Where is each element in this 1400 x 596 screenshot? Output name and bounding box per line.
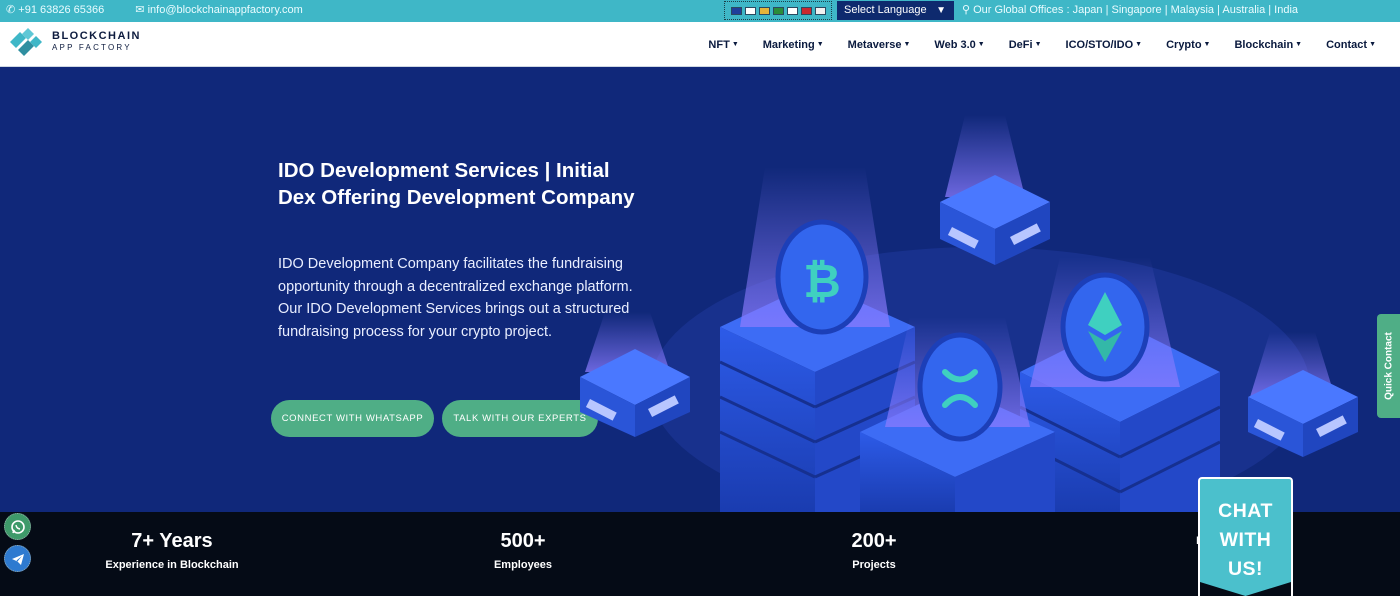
server-cube-right [1248, 332, 1358, 457]
stat-label: Employees [493, 559, 553, 571]
brand-name: BLOCKCHAIN [52, 30, 141, 42]
phone-number[interactable]: +91 63826 65366 [18, 4, 104, 16]
chevron-down-icon: ▼ [1295, 40, 1303, 48]
phone-link[interactable]: ✆ +91 63826 65366 [6, 4, 118, 16]
nav-item-label: ICO/STO/IDO [1065, 38, 1134, 51]
nav-item-label: Contact [1326, 38, 1368, 51]
flag-icon[interactable] [730, 6, 742, 15]
stat-value: 7+ Years [131, 530, 213, 552]
chevron-down-icon: ▼ [816, 40, 824, 48]
flag-icon[interactable] [814, 6, 826, 15]
whatsapp-float-button[interactable] [4, 513, 31, 540]
stat-value: 200+ [851, 530, 897, 552]
chat-line-2: WITH [1219, 529, 1272, 551]
whatsapp-icon [10, 519, 25, 534]
top-bar: ✆ +91 63826 65366 ✉ info@blockchainappfa… [0, 0, 1400, 22]
nav-item-label: DeFi [1008, 38, 1033, 51]
nav-blockchain[interactable]: Blockchain ▼ [1222, 39, 1314, 51]
nav-metaverse[interactable]: Metaverse ▼ [836, 39, 923, 51]
stat-projects: 200+ Projects [754, 529, 994, 571]
email-link[interactable]: ✉ info@blockchainappfactory.com [135, 4, 317, 16]
chevron-down-icon: ▼ [1369, 40, 1376, 48]
main-navbar: BLOCKCHAIN APP FACTORY NFT ▼ Marketing ▼ Met… [0, 22, 1400, 67]
brand-tagline: APP FACTORY [52, 43, 132, 52]
stat-label: Experience in Blockchain [105, 559, 239, 571]
stat-experience: 7+ Years Experience in Blockchain [52, 529, 292, 571]
chevron-down-icon: ▼ [977, 40, 985, 48]
chevron-down-icon: ▼ [1203, 40, 1211, 48]
global-offices-text: Our Global Offices : Japan | Singapore |… [973, 4, 1299, 16]
nav-item-label: Crypto [1166, 38, 1202, 51]
nav-item-label: NFT [708, 38, 730, 51]
logo-mark-icon [10, 28, 42, 56]
flag-icon[interactable] [744, 6, 756, 15]
nav-ico-sto-ido[interactable]: ICO/STO/IDO ▼ [1054, 39, 1155, 51]
hero-section: IDO Development Services | Initial Dex O… [0, 67, 1400, 512]
chat-with-us-button[interactable]: CHAT WITH US! [1198, 477, 1293, 596]
bitcoin-icon: ₿ [803, 254, 841, 308]
location-pin-icon: ⚲ [962, 4, 971, 16]
chevron-down-icon: ▼ [1135, 40, 1143, 48]
flag-icon[interactable] [786, 6, 798, 15]
nav-web3[interactable]: Web 3.0 ▼ [922, 39, 996, 51]
nav-item-label: Marketing [762, 38, 815, 51]
quick-contact-tab[interactable]: Quick Contact [1377, 314, 1400, 418]
connect-whatsapp-button[interactable]: CONNECT WITH WHATSAPP [271, 400, 434, 437]
stat-value: 500+ [500, 530, 546, 552]
flag-icon[interactable] [758, 6, 770, 15]
nav-item-label: Web 3.0 [934, 38, 976, 51]
email-address[interactable]: info@blockchainappfactory.com [148, 4, 303, 16]
telegram-icon [11, 553, 24, 565]
brand-logo[interactable]: BLOCKCHAIN APP FACTORY [6, 26, 146, 62]
global-offices: ⚲ Our Global Offices : Japan | Singapore… [962, 3, 1298, 16]
quick-contact-label: Quick Contact [1383, 332, 1394, 400]
language-select[interactable]: Select Language ▼ [837, 1, 954, 20]
chat-label: CHAT WITH US! [1200, 497, 1291, 584]
chat-line-3: US! [1227, 558, 1264, 580]
nav-marketing[interactable]: Marketing ▼ [751, 39, 836, 51]
chevron-down-icon: ▼ [936, 5, 946, 16]
nav-item-label: Metaverse [847, 38, 902, 51]
contact-info: ✆ +91 63826 65366 ✉ info@blockchainappfa… [6, 3, 331, 16]
chevron-down-icon: ▼ [1034, 40, 1042, 48]
flag-icon[interactable] [772, 6, 784, 15]
server-cube-left [580, 312, 690, 437]
telegram-float-button[interactable] [4, 545, 31, 572]
language-select-label: Select Language [844, 4, 927, 16]
stat-employees: 500+ Employees [403, 529, 643, 571]
nav-menu: NFT ▼ Marketing ▼ Metaverse ▼ Web 3.0 ▼ DeFi ▼ ICO… [696, 22, 1388, 67]
stat-label: Projects [852, 559, 896, 571]
nav-nft[interactable]: NFT ▼ [696, 39, 750, 51]
chat-notch [1200, 582, 1291, 596]
nav-crypto[interactable]: Crypto ▼ [1154, 39, 1222, 51]
crypto-servers-illustration: ₿ [580, 115, 1358, 512]
stats-bar: 7+ Years Experience in Blockchain 500+ E… [0, 512, 1400, 596]
nav-defi[interactable]: DeFi ▼ [997, 39, 1054, 51]
nav-item-label: Blockchain [1234, 38, 1294, 51]
chat-line-1: CHAT [1218, 500, 1273, 522]
nav-contact[interactable]: Contact ▼ [1314, 39, 1388, 51]
language-flags [724, 1, 832, 20]
flag-icon[interactable] [800, 6, 812, 15]
server-cube-top [940, 115, 1050, 265]
chevron-down-icon: ▼ [903, 40, 911, 48]
chevron-down-icon: ▼ [731, 40, 739, 48]
